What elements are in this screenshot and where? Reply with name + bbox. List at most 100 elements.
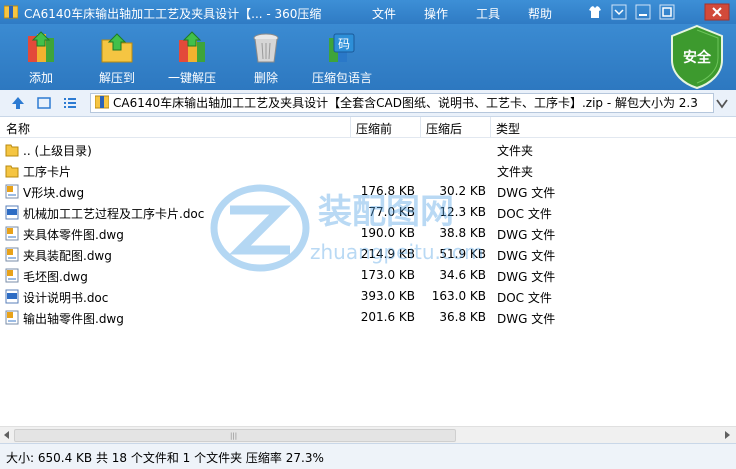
file-row[interactable]: 设计说明书.doc 393.0 KB 163.0 KB DOC 文件 — [0, 286, 736, 307]
file-compressed-size: 51.9 KB — [439, 247, 486, 261]
file-compressed-size: 163.0 KB — [431, 289, 486, 303]
file-compressed-size: 36.8 KB — [439, 310, 486, 324]
menu-dropdown-icon[interactable] — [610, 3, 628, 21]
dwg-file-icon — [5, 184, 19, 199]
app-zip-icon — [4, 5, 18, 19]
address-bar: CA6140车床输出轴加工工艺及夹具设计【全套含CAD图纸、说明书、工艺卡、工序… — [0, 90, 736, 117]
file-compressed-size: 12.3 KB — [439, 205, 486, 219]
file-type: DOC 文件 — [497, 291, 552, 305]
title-bar: CA6140车床输出轴加工工艺及夹具设计【... - 360压缩 文件 操作 工… — [0, 0, 736, 24]
status-text: 大小: 650.4 KB 共 18 个文件和 1 个文件夹 压缩率 27.3% — [6, 451, 324, 465]
column-header-compressed[interactable]: 压缩后 — [426, 120, 462, 137]
one-click-extract-button[interactable]: 一键解压 — [160, 30, 224, 86]
language-code-icon: 码 — [329, 33, 355, 62]
file-type: DWG 文件 — [497, 249, 556, 263]
trash-can-icon — [253, 33, 279, 63]
dwg-file-icon — [5, 310, 19, 325]
add-books-icon — [28, 31, 54, 62]
scroll-right-icon[interactable] — [722, 430, 732, 440]
path-dropdown-icon[interactable] — [714, 95, 730, 111]
file-size: 214.9 KB — [360, 247, 415, 261]
menu-file[interactable]: 文件 — [372, 5, 396, 22]
list-header: 名称 压缩前 压缩后 类型 — [0, 117, 736, 138]
security-shield-badge[interactable]: 安全 — [666, 24, 728, 90]
svg-text:码: 码 — [338, 37, 350, 51]
file-type: DWG 文件 — [497, 312, 556, 326]
archive-language-button[interactable]: 码 压缩包语言 — [306, 30, 378, 86]
file-row[interactable]: V形块.dwg 176.8 KB 30.2 KB DWG 文件 — [0, 181, 736, 202]
scroll-thumb[interactable]: ||| — [14, 429, 456, 442]
file-size: 77.0 KB — [368, 205, 415, 219]
menu-tools[interactable]: 工具 — [476, 5, 500, 22]
file-row[interactable]: 夹具装配图.dwg 214.9 KB 51.9 KB DWG 文件 — [0, 244, 736, 265]
file-row[interactable]: 机械加工工艺过程及工序卡片.doc 77.0 KB 12.3 KB DOC 文件 — [0, 202, 736, 223]
file-compressed-size: 30.2 KB — [439, 184, 486, 198]
file-name: 夹具装配图.dwg — [23, 249, 112, 263]
archive-language-label: 压缩包语言 — [311, 71, 372, 85]
column-divider[interactable] — [490, 117, 491, 137]
file-row[interactable]: .. (上级目录) 文件夹 — [0, 139, 736, 160]
status-bar: 大小: 650.4 KB 共 18 个文件和 1 个文件夹 压缩率 27.3% — [0, 443, 736, 469]
one-click-extract-icon — [179, 31, 205, 62]
extract-folder-icon — [101, 33, 133, 63]
dwg-file-icon — [5, 247, 19, 262]
file-row[interactable]: 毛坯图.dwg 173.0 KB 34.6 KB DWG 文件 — [0, 265, 736, 286]
dwg-file-icon — [5, 268, 19, 283]
list-view-icon[interactable] — [62, 95, 78, 111]
file-type: DWG 文件 — [497, 270, 556, 284]
column-divider[interactable] — [350, 117, 351, 137]
close-icon[interactable] — [704, 3, 730, 21]
file-compressed-size: 38.8 KB — [439, 226, 486, 240]
path-field[interactable]: CA6140车床输出轴加工工艺及夹具设计【全套含CAD图纸、说明书、工艺卡、工序… — [90, 93, 714, 113]
file-size: 201.6 KB — [360, 310, 415, 324]
column-header-name[interactable]: 名称 — [6, 120, 30, 137]
file-name: 毛坯图.dwg — [23, 270, 88, 284]
toolbar: 添加 解压到 一键解压 删除 码 压缩包语言 安全 — [0, 24, 736, 90]
delete-button[interactable]: 删除 — [244, 30, 288, 86]
column-divider[interactable] — [420, 117, 421, 137]
file-type: DOC 文件 — [497, 207, 552, 221]
one-click-extract-label: 一键解压 — [167, 71, 216, 85]
file-name: 机械加工工艺过程及工序卡片.doc — [23, 207, 205, 221]
add-label: 添加 — [28, 71, 53, 85]
file-row[interactable]: 输出轴零件图.dwg 201.6 KB 36.8 KB DWG 文件 — [0, 307, 736, 328]
file-size: 190.0 KB — [360, 226, 415, 240]
file-size: 173.0 KB — [360, 268, 415, 282]
up-arrow-icon[interactable] — [10, 95, 26, 111]
file-type: DWG 文件 — [497, 186, 556, 200]
doc-file-icon — [5, 205, 19, 220]
minimize-icon[interactable] — [634, 3, 652, 21]
file-size: 393.0 KB — [360, 289, 415, 303]
horizontal-scrollbar[interactable]: ||| — [0, 426, 736, 443]
file-name: .. (上级目录) — [23, 144, 92, 158]
file-name: 输出轴零件图.dwg — [23, 312, 124, 326]
folder-icon — [5, 165, 19, 178]
scroll-grip: ||| — [230, 432, 238, 440]
add-button[interactable]: 添加 — [16, 30, 66, 86]
file-name: V形块.dwg — [23, 186, 85, 200]
extract-to-button[interactable]: 解压到 — [90, 30, 144, 86]
menu-operate[interactable]: 操作 — [424, 5, 448, 22]
menu-help[interactable]: 帮助 — [528, 5, 552, 22]
large-icon-view-icon[interactable] — [36, 95, 52, 111]
file-compressed-size: 34.6 KB — [439, 268, 486, 282]
window-title: CA6140车床输出轴加工工艺及夹具设计【... - 360压缩 — [24, 7, 322, 21]
scroll-left-icon[interactable] — [2, 430, 12, 440]
file-type: 文件夹 — [497, 165, 534, 179]
file-name: 设计说明书.doc — [23, 291, 109, 305]
file-size: 176.8 KB — [360, 184, 415, 198]
file-row[interactable]: 工序卡片 文件夹 — [0, 160, 736, 181]
column-header-type[interactable]: 类型 — [496, 120, 520, 137]
doc-file-icon — [5, 289, 19, 304]
skin-shirt-icon[interactable] — [586, 3, 604, 21]
folder-icon — [5, 144, 19, 157]
maximize-icon[interactable] — [658, 3, 676, 21]
column-header-size[interactable]: 压缩前 — [356, 120, 392, 137]
path-text: CA6140车床输出轴加工工艺及夹具设计【全套含CAD图纸、说明书、工艺卡、工序… — [113, 96, 698, 110]
file-row[interactable]: 夹具体零件图.dwg 190.0 KB 38.8 KB DWG 文件 — [0, 223, 736, 244]
zip-file-icon — [95, 95, 109, 109]
dwg-file-icon — [5, 226, 19, 241]
safe-label: 安全 — [683, 50, 711, 66]
delete-label: 删除 — [253, 71, 278, 85]
file-type: DWG 文件 — [497, 228, 556, 242]
